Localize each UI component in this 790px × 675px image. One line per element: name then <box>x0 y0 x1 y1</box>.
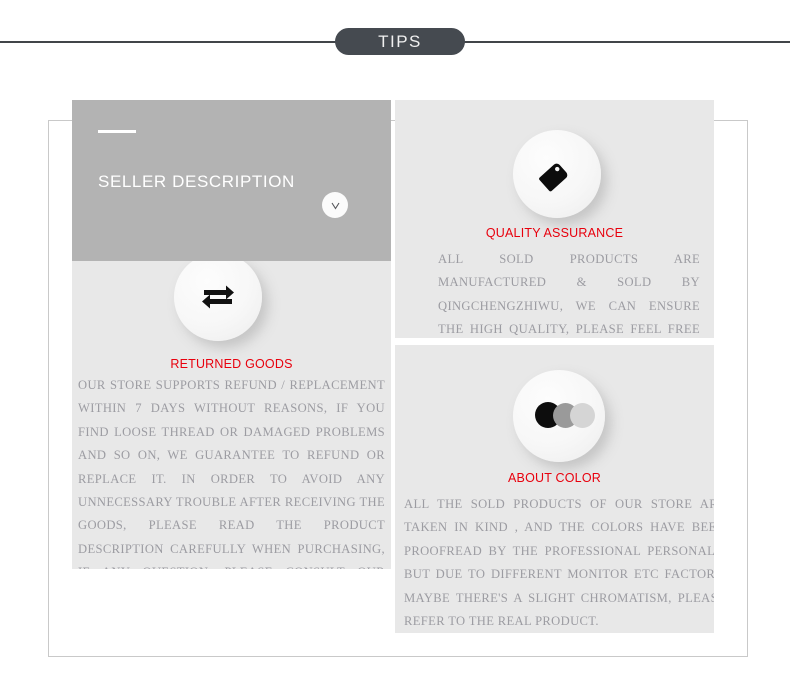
card-title: ABOUT COLOR <box>508 471 601 485</box>
left-column: SELLER DESCRIPTION RETURNED GOODS OUR ST… <box>72 100 391 569</box>
color-swatches-icon <box>513 370 605 462</box>
card-title: RETURNED GOODS <box>170 357 293 371</box>
tips-header-band: TIPS <box>0 0 790 82</box>
swatch-group <box>520 376 598 456</box>
card-about-color: ABOUT COLOR ALL THE SOLD PRODUCTS OF OUR… <box>395 345 714 633</box>
page-title: SELLER DESCRIPTION <box>98 172 295 191</box>
seller-description-hero: SELLER DESCRIPTION <box>72 100 391 261</box>
card-body-text: ALL SOLD PRODUCTS ARE MANUFACTURED & SOL… <box>438 252 700 337</box>
hero-accent-rule <box>98 130 136 133</box>
tips-badge: TIPS <box>335 28 465 55</box>
repeat-arrows-icon <box>174 261 262 341</box>
card-quality-assurance: QUALITY ASSURANCE ALL SOLD PRODUCTS ARE … <box>395 100 714 338</box>
card-title: QUALITY ASSURANCE <box>485 226 624 240</box>
swatch-light <box>570 403 595 428</box>
card-body-text: OUR STORE SUPPORTS REFUND / REPLACEMENT … <box>78 378 385 569</box>
card-body-text: ALL THE SOLD PRODUCTS OF OUR STORE ARE T… <box>404 497 714 629</box>
right-column: QUALITY ASSURANCE ALL SOLD PRODUCTS ARE … <box>395 100 714 633</box>
card-returned-goods: RETURNED GOODS OUR STORE SUPPORTS REFUND… <box>72 261 391 569</box>
price-tag-icon <box>513 130 601 218</box>
content-columns: SELLER DESCRIPTION RETURNED GOODS OUR ST… <box>72 100 726 633</box>
chevron-down-icon[interactable] <box>322 192 348 218</box>
